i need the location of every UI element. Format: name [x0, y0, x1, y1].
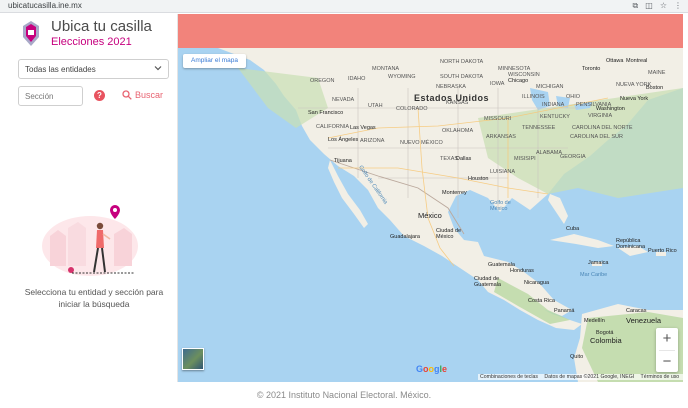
city-label: Quito: [570, 354, 584, 360]
map-label: IDAHO: [348, 76, 366, 82]
keyboard-shortcuts-link[interactable]: Combinaciones de teclas: [480, 374, 538, 380]
person-location-illustration: [42, 204, 138, 276]
map-panel[interactable]: MONTANA NORTH DAKOTA MINNESOTA SOUTH DAK…: [178, 14, 683, 382]
satellite-toggle[interactable]: [182, 348, 204, 370]
city-label: Bogotá: [596, 330, 614, 336]
expand-map-button[interactable]: Ampliar el mapa: [183, 54, 246, 68]
help-icon[interactable]: ?: [94, 90, 105, 101]
map-label: MISISIPI: [514, 156, 536, 162]
zoom-control: + −: [656, 328, 678, 372]
city-label: República Dominicana: [616, 238, 646, 250]
google-logo: Google: [416, 364, 448, 374]
menu-icon[interactable]: ⋮: [674, 1, 682, 11]
country-label: Venezuela: [626, 316, 662, 325]
map-label: INDIANA: [542, 102, 565, 108]
map-label: ALABAMA: [536, 150, 562, 156]
city-label: Ottawa: [606, 58, 624, 64]
search-label: Buscar: [135, 90, 164, 100]
ballot-pin-icon: [23, 21, 39, 46]
share-icon[interactable]: ⧉: [633, 1, 639, 11]
country-label: Colombia: [590, 336, 622, 345]
city-label: Nicaragua: [524, 280, 550, 286]
browser-bar: ubicatucasilla.ine.mx ⧉ ◫ ☆ ⋮: [0, 0, 688, 13]
map-label: VIRGINIA: [588, 113, 613, 119]
app-subtitle: Elecciones 2021: [51, 36, 132, 48]
map-label: UTAH: [368, 103, 383, 109]
city-label: Tijuana: [334, 158, 352, 164]
map-label: ARIZONA: [360, 138, 385, 144]
country-label: México: [418, 211, 442, 220]
map-label: KENTUCKY: [540, 114, 570, 120]
map-label: CAROLINA DEL NORTE: [572, 125, 633, 131]
map-label: CALIFORNIA: [316, 124, 350, 130]
map-label: MONTANA: [372, 66, 400, 72]
map-label: WYOMING: [388, 74, 416, 80]
zoom-out-button[interactable]: −: [656, 351, 678, 373]
city-label: Houston: [468, 176, 489, 182]
map-banner: [178, 14, 683, 48]
city-label: Monterrey: [442, 190, 467, 196]
chevron-down-icon: [154, 66, 162, 71]
map-label: NUEVO MÉXICO: [400, 140, 443, 146]
city-label: Jamaica: [588, 260, 609, 266]
section-input[interactable]: Sección: [18, 86, 83, 106]
city-label: Dallas: [456, 156, 472, 162]
map-label: MICHIGAN: [536, 84, 564, 90]
sea-label: Golfo de México: [490, 200, 511, 212]
map-label: CAROLINA DEL SUR: [570, 134, 623, 140]
map-label: NEVADA: [332, 97, 355, 103]
city-label: Cuba: [566, 226, 580, 232]
city-label: Costa Rica: [528, 298, 555, 304]
star-icon[interactable]: ☆: [660, 1, 667, 11]
city-label: Medellín: [584, 318, 605, 324]
city-label: Toronto: [582, 66, 601, 72]
sea-label: Mar Caribe: [580, 272, 608, 278]
city-label: Montreal: [626, 58, 648, 64]
city-label: Los Ángeles: [328, 137, 359, 143]
map-label: SOUTH DAKOTA: [440, 74, 483, 80]
entity-select-value: Todas las entidades: [25, 65, 96, 74]
map-label: IOWA: [490, 81, 505, 87]
app-title: Ubica tu casilla: [51, 18, 152, 35]
city-label: Boston: [646, 85, 664, 91]
map-label: TENNESSEE: [522, 125, 556, 131]
entity-select[interactable]: Todas las entidades: [18, 59, 169, 79]
address-bar[interactable]: ubicatucasilla.ine.mx: [8, 1, 82, 10]
country-label: Estados Unidos: [414, 93, 490, 103]
search-button[interactable]: Buscar: [122, 88, 163, 102]
city-label: Washington: [596, 106, 625, 112]
map-attribution: Combinaciones de teclas Datos de mapas ©…: [478, 374, 683, 380]
map-label: COLORADO: [396, 106, 428, 112]
map-label: OHIO: [566, 94, 581, 100]
search-icon: [122, 90, 132, 100]
city-label: Chicago: [508, 78, 529, 84]
map-label: ARKANSAS: [486, 134, 516, 140]
empty-state-message: Selecciona tu entidad y sección para ini…: [24, 287, 164, 309]
city-label: Guadalajara: [390, 234, 420, 240]
map-label: OKLAHOMA: [442, 128, 474, 134]
map-label: ILLINOIS: [522, 94, 545, 100]
city-label: Las Vegas: [350, 125, 376, 131]
city-label: Nueva York: [620, 96, 649, 102]
map-label: LUISIANA: [490, 169, 516, 175]
zoom-in-button[interactable]: +: [656, 328, 678, 350]
city-label: Ciudad de México: [436, 228, 462, 240]
map-label: NEBRASKA: [436, 84, 466, 90]
city-label: San Francisco: [308, 110, 344, 116]
sidebar: Ubica tu casilla Elecciones 2021 Todas l…: [8, 14, 178, 382]
city-label: Panamá: [554, 308, 575, 314]
translate-icon[interactable]: ◫: [645, 1, 653, 11]
map-data-credit: Datos de mapas ©2021 Google, INEGI: [544, 374, 635, 380]
terms-link[interactable]: Términos de uso: [641, 374, 680, 380]
city-label: Ciudad de Guatemala: [474, 276, 501, 288]
footer-copyright: © 2021 Instituto Nacional Electoral. Méx…: [256, 390, 432, 400]
map-label: MAINE: [648, 70, 666, 76]
city-label: Caracas: [626, 308, 647, 314]
map-label: MISSOURI: [484, 116, 512, 122]
city-label: Honduras: [510, 268, 534, 274]
map-label: GEORGIA: [560, 154, 586, 160]
map-label: NORTH DAKOTA: [440, 59, 484, 65]
map-label: OREGON: [310, 78, 335, 84]
